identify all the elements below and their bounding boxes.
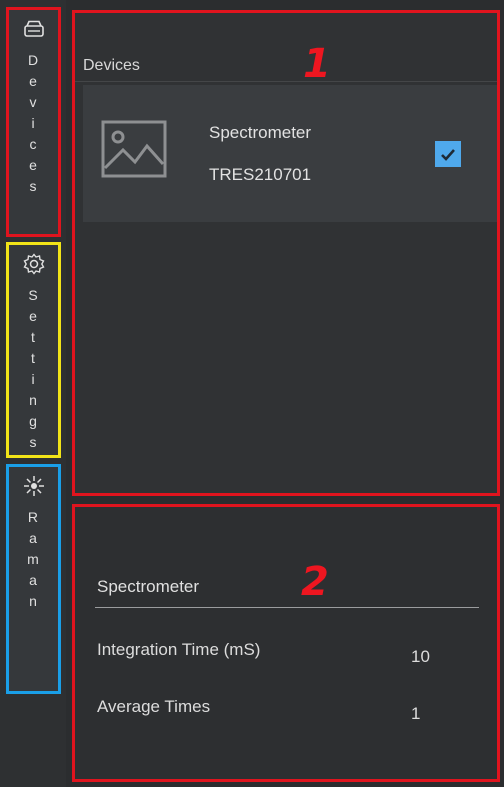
annotation-badge-2: 2	[301, 559, 329, 605]
checkmark-icon	[441, 148, 455, 161]
tab-devices-label: Devices	[28, 50, 39, 197]
tab-label-letter: m	[27, 551, 40, 567]
device-serial: TRES210701	[209, 165, 312, 184]
tab-label-letter: s	[29, 434, 38, 450]
device-checkbox[interactable]	[435, 141, 461, 167]
tab-settings-label: Settings	[28, 285, 38, 453]
tab-label-letter: t	[31, 350, 36, 366]
device-name: Spectrometer	[209, 123, 312, 142]
tab-label-letter: i	[31, 371, 36, 387]
tab-devices[interactable]: Devices	[6, 7, 61, 237]
sidebar: Devices Settings Raman	[0, 0, 66, 787]
tab-label-letter: v	[29, 94, 38, 110]
tab-label-letter: n	[29, 392, 38, 408]
tab-raman[interactable]: Raman	[6, 464, 61, 694]
tab-label-letter: s	[29, 178, 38, 194]
device-list-item[interactable]: Spectrometer TRES210701	[83, 85, 497, 222]
tab-label-letter: a	[29, 530, 38, 546]
devices-header: Devices	[83, 57, 140, 74]
devices-panel: 1 Devices Spectrometer TRES210701	[72, 10, 500, 496]
tab-label-letter: t	[31, 329, 36, 345]
tab-settings[interactable]: Settings	[6, 242, 61, 458]
tab-label-letter: S	[28, 287, 39, 303]
integration-time-label: Integration Time (mS)	[97, 640, 261, 659]
laser-icon	[23, 475, 45, 497]
tab-label-letter: e	[29, 157, 38, 173]
average-times-value[interactable]: 1	[411, 704, 420, 724]
drive-icon	[23, 18, 45, 40]
average-times-label: Average Times	[97, 697, 211, 716]
tab-label-letter: n	[29, 593, 38, 609]
integration-time-value[interactable]: 10	[411, 647, 430, 667]
tab-raman-label: Raman	[27, 507, 40, 612]
tab-label-letter: e	[29, 308, 38, 324]
section-divider	[95, 607, 479, 608]
tab-label-letter: R	[27, 509, 40, 525]
section-title: Spectrometer	[97, 577, 200, 596]
image-placeholder-icon	[101, 120, 167, 178]
tab-label-letter: a	[29, 572, 38, 588]
settings-panel: 2 Spectrometer Integration Time (mS) 10 …	[72, 504, 500, 782]
tab-label-letter: D	[27, 52, 40, 68]
tab-label-letter: c	[29, 136, 38, 152]
tab-label-letter: i	[31, 115, 36, 131]
tab-label-letter: e	[29, 73, 38, 89]
gear-icon	[23, 253, 45, 275]
tab-label-letter: g	[29, 413, 38, 429]
header-divider	[75, 81, 497, 82]
